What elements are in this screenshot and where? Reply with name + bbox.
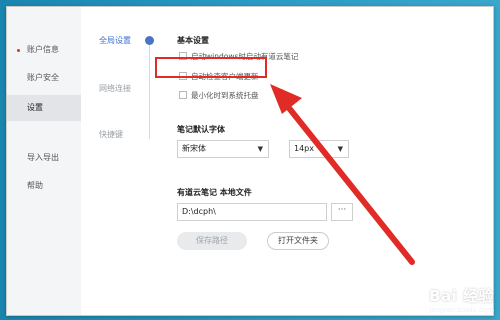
watermark-url: jingyan.baidu.com	[429, 306, 494, 314]
watermark-logo: Bai 经验	[429, 287, 494, 305]
pointer-arrow-icon	[270, 84, 415, 265]
watermark: Bai 经验 jingyan.baidu.com	[429, 285, 494, 314]
